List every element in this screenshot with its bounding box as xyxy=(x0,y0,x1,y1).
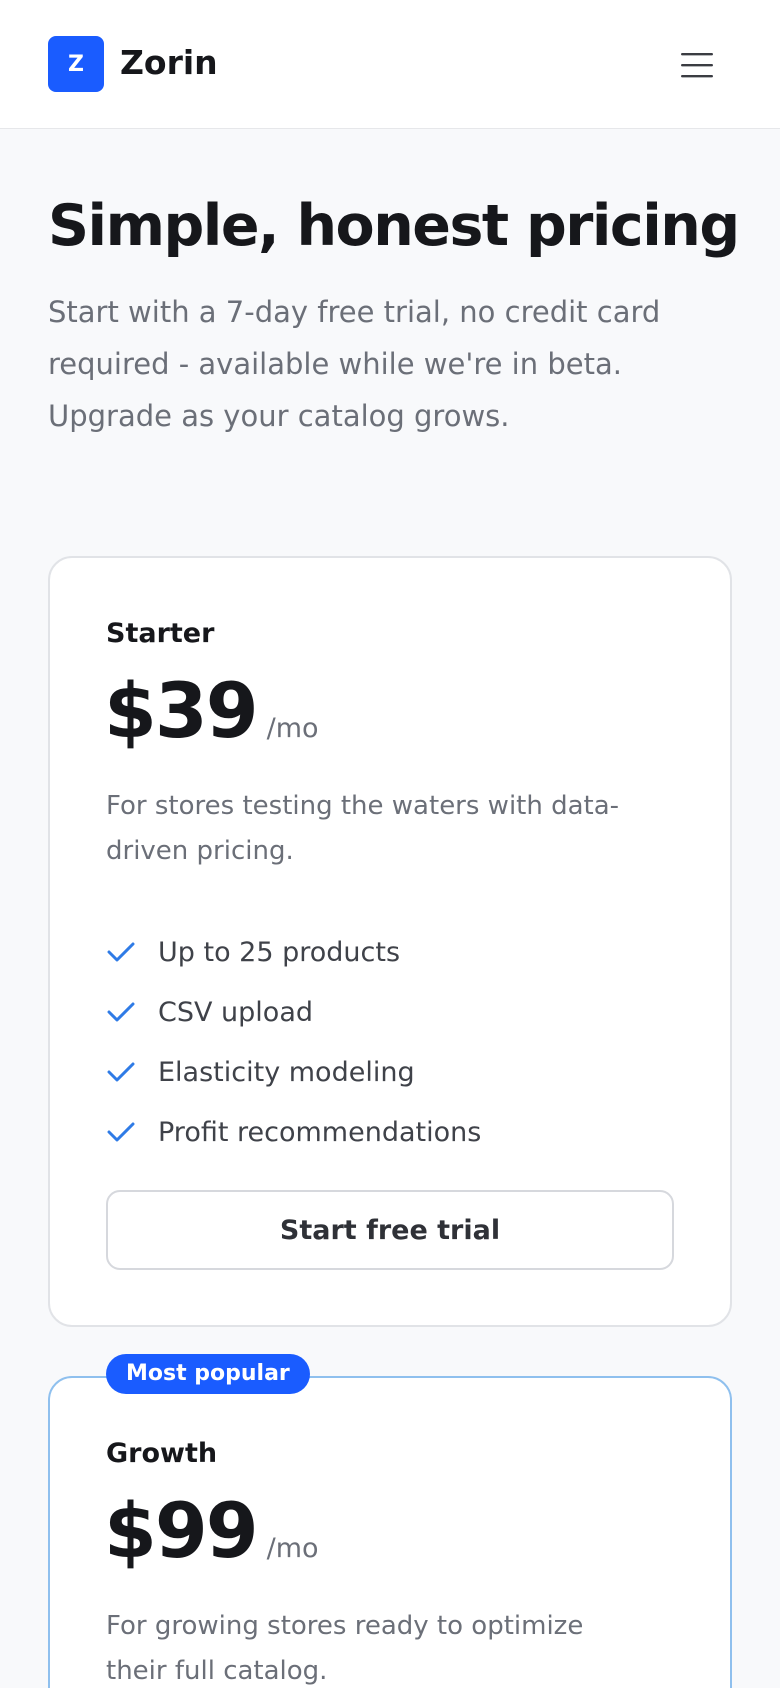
price-amount: $99 xyxy=(104,1486,259,1575)
feature-item: Profit recommendations xyxy=(106,1102,481,1162)
feature-label: Up to 25 products xyxy=(158,936,401,968)
feature-label: Elasticity modeling xyxy=(158,1056,415,1088)
hamburger-menu-icon[interactable] xyxy=(676,44,718,86)
plan-name: Starter xyxy=(106,618,215,649)
plan-description: For stores testing the waters with data-… xyxy=(106,791,620,866)
feature-label: CSV upload xyxy=(158,996,313,1028)
start-free-trial-button[interactable]: Start free trial xyxy=(106,1190,674,1270)
logo-mark[interactable]: Z xyxy=(48,36,104,92)
feature-item: Up to 25 products xyxy=(106,922,481,982)
feature-item: CSV upload xyxy=(106,982,481,1042)
price-amount: $39 xyxy=(104,666,259,755)
plan-description: For growing stores ready to optimize the… xyxy=(106,1611,584,1686)
check-icon xyxy=(107,1002,135,1022)
feature-label: Profit recommendations xyxy=(158,1116,482,1148)
plan-card-growth: Growth $99 /mo For growing stores ready … xyxy=(48,1376,732,1688)
brand-name[interactable]: Zorin xyxy=(120,42,218,84)
site-header: Z Zorin xyxy=(0,0,780,129)
check-icon xyxy=(107,1122,135,1142)
plan-name: Growth xyxy=(106,1438,218,1469)
plan-card-starter: Starter $39 /mo For stores testing the w… xyxy=(48,556,732,1327)
check-icon xyxy=(107,1062,135,1082)
feature-item: Elasticity modeling xyxy=(106,1042,481,1102)
most-popular-badge: Most popular xyxy=(106,1354,310,1394)
plan-price: $99 /mo xyxy=(104,1486,319,1575)
plan-price: $39 /mo xyxy=(104,666,319,755)
page-subtitle: Start with a 7-day free trial, no credit… xyxy=(48,295,661,433)
price-period: /mo xyxy=(266,713,319,744)
check-icon xyxy=(107,942,135,962)
feature-list: Up to 25 products CSV upload Elasticity … xyxy=(106,922,481,1162)
price-period: /mo xyxy=(266,1533,319,1564)
page-title: Simple, honest pricing xyxy=(48,193,740,259)
